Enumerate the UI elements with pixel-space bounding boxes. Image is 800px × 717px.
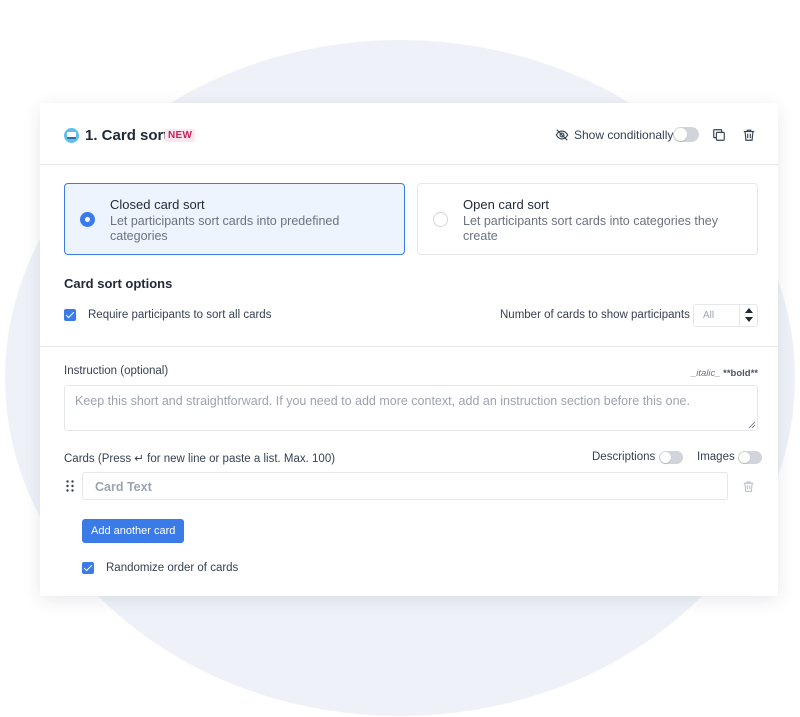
descriptions-toggle[interactable] (659, 451, 683, 464)
descriptions-label: Descriptions (592, 451, 656, 463)
delete-card-icon[interactable] (742, 480, 755, 493)
num-cards-stepper[interactable] (739, 305, 757, 326)
images-label: Images (697, 451, 735, 463)
randomize-checkbox[interactable] (82, 562, 94, 574)
section-divider (40, 346, 778, 347)
block-header: 1. Card sort NEW Show conditionally (40, 103, 778, 165)
card-text-placeholder: Card Text (95, 480, 152, 494)
option-description: Let participants sort cards into predefi… (110, 214, 340, 243)
cards-label: Cards (Press ↵ for new line or paste a l… (64, 453, 336, 465)
card-sort-options-heading: Card sort options (64, 276, 173, 291)
option-title: Closed card sort (110, 197, 205, 212)
duplicate-icon[interactable] (712, 128, 726, 142)
option-description: Let participants sort cards into categor… (463, 214, 718, 243)
card-sort-block: 1. Card sort NEW Show conditionally Clos… (40, 103, 778, 596)
markdown-hint-bold: **bold** (723, 368, 758, 379)
randomize-label: Randomize order of cards (106, 562, 239, 574)
stepper-up-icon[interactable] (745, 308, 753, 313)
option-title: Open card sort (463, 197, 549, 212)
num-cards-input[interactable]: All (693, 304, 758, 327)
eye-off-icon (555, 129, 569, 141)
num-cards-value: All (703, 310, 715, 321)
open-card-sort-option[interactable]: Open card sort Let participants sort car… (417, 183, 758, 255)
show-conditionally-toggle[interactable] (673, 127, 699, 142)
add-another-card-button[interactable]: Add another card (82, 519, 185, 543)
require-all-label: Require participants to sort all cards (88, 309, 272, 321)
card-sort-icon (64, 128, 79, 143)
open-card-sort-radio[interactable] (433, 212, 448, 227)
closed-card-sort-radio[interactable] (80, 212, 95, 227)
markdown-hint-italic: _italic_ (690, 368, 721, 379)
require-all-checkbox[interactable] (64, 309, 76, 321)
resize-grip-icon[interactable] (748, 421, 755, 428)
card-text-input[interactable]: Card Text (82, 472, 728, 500)
show-conditionally-label: Show conditionally (574, 128, 674, 142)
instruction-placeholder: Keep this short and straightforward. If … (75, 394, 690, 408)
closed-card-sort-option[interactable]: Closed card sort Let participants sort c… (64, 183, 405, 255)
instruction-label: Instruction (optional) (64, 365, 169, 377)
new-badge: NEW (165, 129, 196, 142)
images-toggle[interactable] (738, 451, 762, 464)
drag-handle-icon[interactable] (66, 480, 74, 492)
instruction-textarea[interactable]: Keep this short and straightforward. If … (64, 385, 758, 431)
block-title: 1. Card sort (85, 127, 169, 144)
markdown-hint: _italic_ **bold** (691, 368, 758, 379)
delete-block-icon[interactable] (742, 128, 756, 142)
num-cards-label: Number of cards to show participants (500, 309, 690, 321)
stepper-down-icon[interactable] (745, 317, 753, 322)
